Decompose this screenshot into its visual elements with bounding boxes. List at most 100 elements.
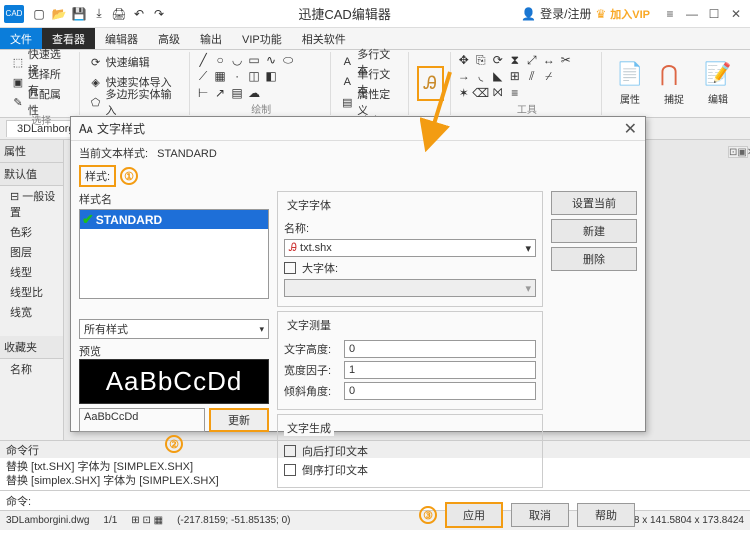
bigfont-dropdown: ▾ bbox=[284, 279, 536, 297]
text-style-dialog: 🗛文字样式 ✕ 当前文本样式: STANDARD 样式: ① 样式名 ✔STAN… bbox=[70, 116, 646, 432]
join-icon[interactable]: ⨝ bbox=[491, 86, 505, 100]
preview-input[interactable]: AaBbCcDd bbox=[79, 408, 205, 432]
general-settings[interactable]: ⊟ 一般设置 bbox=[0, 186, 63, 222]
maximize-button[interactable]: ☐ bbox=[704, 5, 724, 23]
quick-edit[interactable]: ⟳快速编辑 bbox=[86, 53, 153, 71]
menu-editor[interactable]: 编辑器 bbox=[95, 28, 148, 49]
width-label: 宽度因子: bbox=[284, 362, 338, 378]
line-icon[interactable]: ╱ bbox=[196, 53, 210, 67]
point-icon[interactable]: · bbox=[230, 69, 244, 83]
close-button[interactable]: ✕ bbox=[726, 5, 746, 23]
rect-icon[interactable]: ▭ bbox=[247, 53, 261, 67]
oblique-label: 倾斜角度: bbox=[284, 383, 338, 399]
menu-icon[interactable]: ≡ bbox=[660, 5, 680, 23]
redo-icon[interactable]: ↷ bbox=[150, 5, 168, 23]
spline-icon[interactable]: ∿ bbox=[264, 53, 278, 67]
print-icon[interactable]: 🖨 bbox=[110, 5, 128, 23]
move-icon[interactable]: ✥ bbox=[457, 53, 471, 67]
new-button[interactable]: 新建 bbox=[551, 219, 637, 243]
prop-layer[interactable]: 图层 bbox=[0, 242, 63, 262]
dialog-title: 文字样式 bbox=[97, 122, 145, 136]
current-style-label: 当前文本样式: bbox=[79, 148, 148, 160]
chevron-down-icon: ▾ bbox=[525, 242, 531, 255]
menu-output[interactable]: 输出 bbox=[190, 28, 232, 49]
backward-checkbox[interactable] bbox=[284, 445, 296, 457]
leader-icon[interactable]: ↗ bbox=[213, 86, 227, 100]
prop-ltype[interactable]: 线型 bbox=[0, 262, 63, 282]
text-style-button[interactable]: Ꭿ bbox=[418, 67, 443, 100]
all-styles-dropdown[interactable]: 所有样式▾ bbox=[79, 319, 269, 339]
ellipse-icon[interactable]: ⬭ bbox=[281, 53, 295, 67]
style-list[interactable]: ✔STANDARD bbox=[79, 209, 269, 299]
chamfer-icon[interactable]: ◣ bbox=[491, 69, 505, 83]
annotation-marker-3: ③ bbox=[419, 506, 437, 524]
delete-button[interactable]: 删除 bbox=[551, 247, 637, 271]
bigfont-checkbox[interactable] bbox=[284, 262, 296, 274]
open-icon[interactable]: 📂 bbox=[50, 5, 68, 23]
hatch-icon[interactable]: ▦ bbox=[213, 69, 227, 83]
big-snap[interactable]: ⋂ 捕捉 bbox=[652, 52, 696, 115]
height-input[interactable]: 0 bbox=[344, 340, 536, 358]
table-icon[interactable]: ▤ bbox=[230, 86, 244, 100]
menu-advanced[interactable]: 高级 bbox=[148, 28, 190, 49]
region-icon[interactable]: ◧ bbox=[264, 69, 278, 83]
rotate-icon[interactable]: ⟳ bbox=[491, 53, 505, 67]
brush-icon: ✎ bbox=[11, 95, 25, 109]
break-icon[interactable]: ⌿ bbox=[542, 69, 556, 83]
scale-icon[interactable]: ⤢ bbox=[525, 53, 539, 67]
oblique-input[interactable]: 0 bbox=[344, 382, 536, 400]
big-edit[interactable]: 📝 编辑 bbox=[696, 52, 740, 115]
polyline-icon[interactable]: ⟋ bbox=[196, 69, 210, 83]
polygon-input[interactable]: ⬠多边形实体输入 bbox=[86, 85, 185, 119]
prop-lweight[interactable]: 线宽 bbox=[0, 302, 63, 322]
style-list-item-selected[interactable]: ✔STANDARD bbox=[80, 210, 268, 229]
cancel-button[interactable]: 取消 bbox=[511, 503, 569, 527]
vip-link[interactable]: 加入VIP bbox=[610, 6, 650, 22]
apply-button[interactable]: 应用 bbox=[445, 502, 503, 528]
dialog-icon: 🗛 bbox=[79, 122, 93, 136]
update-button[interactable]: 更新 bbox=[209, 408, 269, 432]
export-icon[interactable]: ⤓ bbox=[90, 5, 108, 23]
offset-icon[interactable]: ⫽ bbox=[525, 69, 539, 83]
app-title: 迅捷CAD编辑器 bbox=[168, 4, 521, 23]
stretch-icon[interactable]: ↔ bbox=[542, 53, 556, 67]
save-icon[interactable]: 💾 bbox=[70, 5, 88, 23]
arc-icon[interactable]: ◡ bbox=[230, 53, 244, 67]
dialog-close-button[interactable]: ✕ bbox=[624, 119, 637, 139]
mirror-icon[interactable]: ⧗ bbox=[508, 53, 522, 67]
attdef-icon: ▤ bbox=[340, 95, 354, 109]
help-button[interactable]: 帮助 bbox=[577, 503, 635, 527]
block-icon[interactable]: ◫ bbox=[247, 69, 261, 83]
set-current-button[interactable]: 设置当前 bbox=[551, 191, 637, 215]
panel-collapse-icon[interactable]: ⊡▣✕ bbox=[728, 146, 748, 158]
fillet-icon[interactable]: ◟ bbox=[474, 69, 488, 83]
array-icon[interactable]: ⊞ bbox=[508, 69, 522, 83]
prop-lscale[interactable]: 线型比 bbox=[0, 282, 63, 302]
user-icon: 👤 bbox=[521, 7, 536, 21]
erase-icon[interactable]: ⌫ bbox=[474, 86, 488, 100]
style-name-label: 样式名 bbox=[79, 191, 269, 207]
width-input[interactable]: 1 bbox=[344, 361, 536, 379]
dim-icon[interactable]: ⊢ bbox=[196, 86, 210, 100]
menu-vip[interactable]: VIP功能 bbox=[232, 28, 292, 49]
undo-icon[interactable]: ↶ bbox=[130, 5, 148, 23]
prop-color[interactable]: 色彩 bbox=[0, 222, 63, 242]
circle-icon[interactable]: ○ bbox=[213, 53, 227, 67]
big-props[interactable]: 📄 属性 bbox=[608, 52, 652, 115]
new-icon[interactable]: ▢ bbox=[30, 5, 48, 23]
explode-icon[interactable]: ✶ bbox=[457, 86, 471, 100]
extend-icon[interactable]: → bbox=[457, 69, 471, 83]
panel-default-header: 默认值 bbox=[0, 163, 63, 186]
annotation-marker-2: ② bbox=[165, 435, 183, 453]
upside-label: 倒序打印文本 bbox=[302, 462, 368, 478]
trim-icon[interactable]: ✂ bbox=[559, 53, 573, 67]
font-name-dropdown[interactable]: Ꭿ txt.shx▾ bbox=[284, 239, 536, 257]
cloud-icon[interactable]: ☁ bbox=[247, 86, 261, 100]
minimize-button[interactable]: — bbox=[682, 5, 702, 23]
copy-icon[interactable]: ⎘ bbox=[474, 53, 488, 67]
preview-image: AaBbCcDd bbox=[79, 359, 269, 404]
font-name-label: 名称: bbox=[284, 220, 338, 236]
align-icon[interactable]: ≡ bbox=[508, 86, 522, 100]
login-link[interactable]: 登录/注册 bbox=[540, 5, 591, 22]
upside-checkbox[interactable] bbox=[284, 464, 296, 476]
